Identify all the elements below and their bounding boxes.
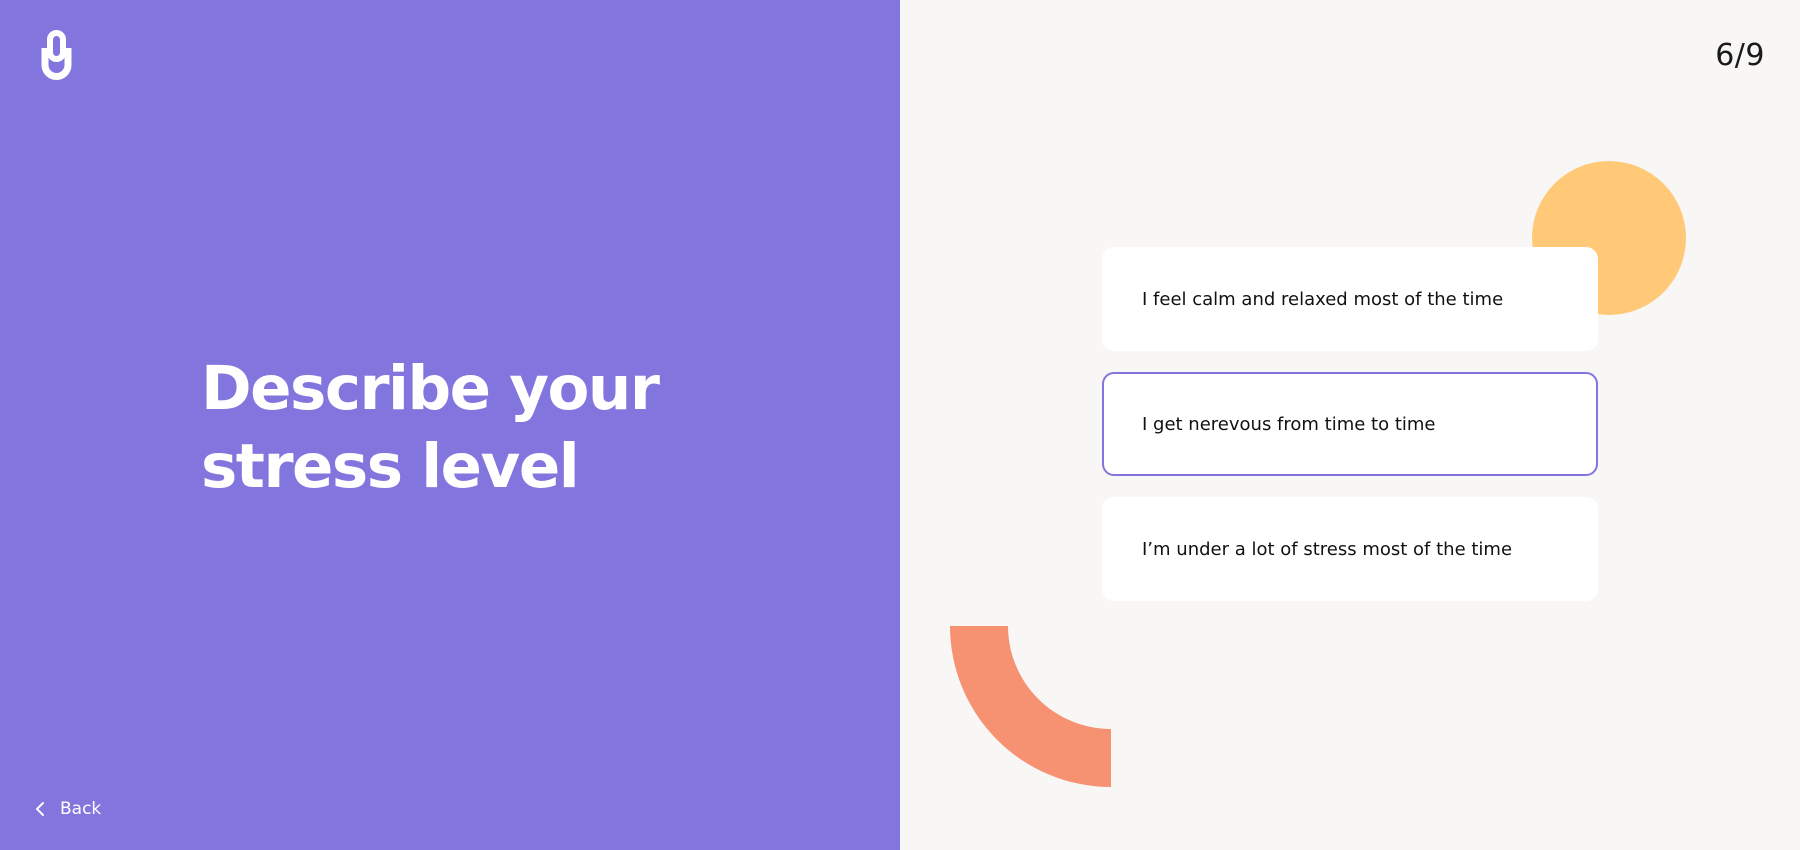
decorative-arc [950, 626, 1111, 787]
option-nervous[interactable]: I get nerevous from time to time [1102, 372, 1598, 476]
answer-options: I feel calm and relaxed most of the time… [1102, 247, 1598, 601]
option-stressed[interactable]: I’m under a lot of stress most of the ti… [1102, 497, 1598, 601]
question-title-line-2: stress level [201, 431, 580, 502]
brand-logo-icon [41, 30, 72, 80]
option-label: I’m under a lot of stress most of the ti… [1142, 538, 1513, 560]
question-title-line-1: Describe your [201, 353, 660, 424]
option-label: I feel calm and relaxed most of the time [1142, 288, 1504, 310]
question-panel: Describe your stress level Back [0, 0, 900, 850]
question-title: Describe your stress level [201, 350, 721, 506]
chevron-left-icon [36, 802, 44, 816]
option-label: I get nerevous from time to time [1142, 413, 1436, 435]
answers-panel: 6/9 I feel calm and relaxed most of the … [900, 0, 1800, 850]
progress-indicator: 6/9 [1715, 38, 1765, 73]
option-calm[interactable]: I feel calm and relaxed most of the time [1102, 247, 1598, 351]
back-label: Back [60, 799, 102, 819]
back-button[interactable]: Back [30, 796, 105, 822]
quiz-page: Describe your stress level Back 6/9 I fe… [0, 0, 1800, 850]
